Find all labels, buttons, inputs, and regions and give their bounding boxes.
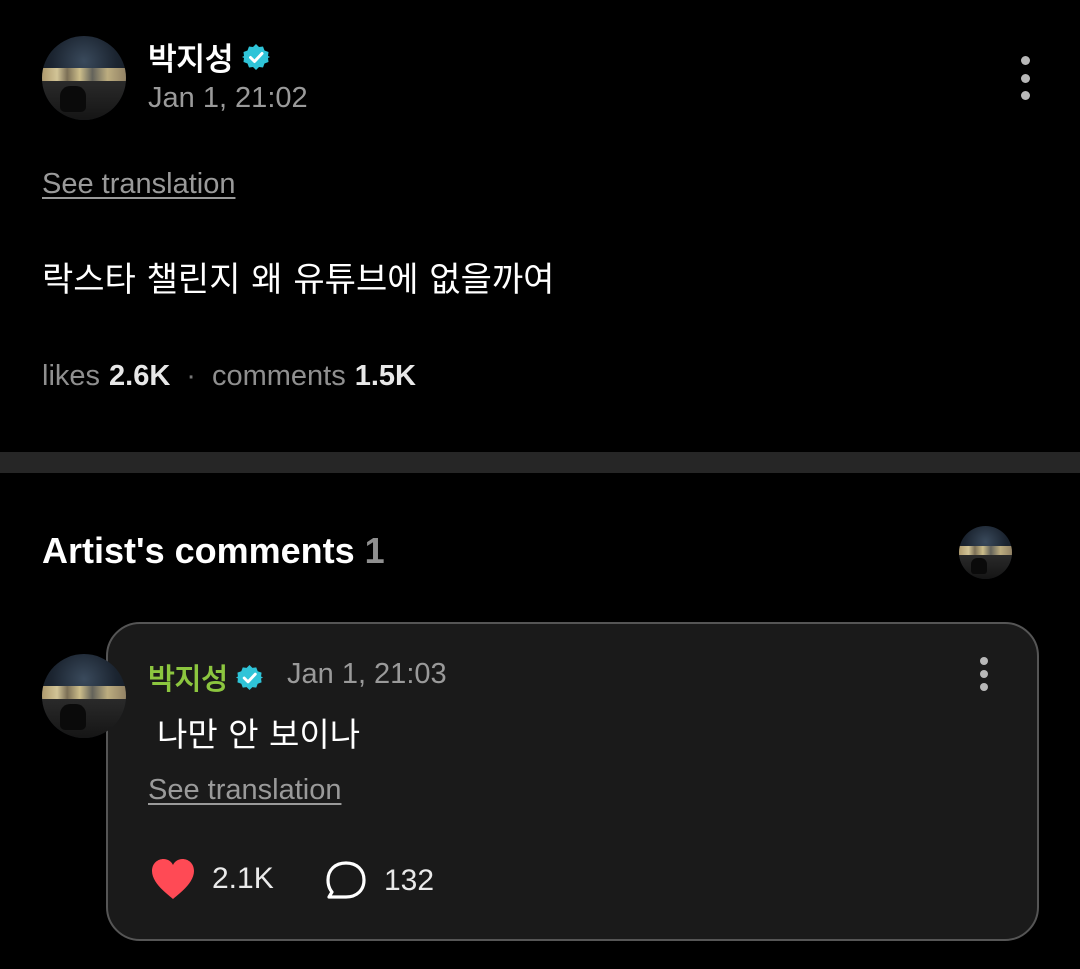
- likes-label: likes: [42, 360, 101, 392]
- comments-label: comments: [211, 360, 346, 392]
- post-see-translation-link[interactable]: See translation: [42, 168, 235, 201]
- comment-timestamp: Jan 1, 21:03: [287, 658, 447, 690]
- comment-like-count: 2.1K: [212, 862, 274, 895]
- comments-count: 1.5K: [354, 360, 416, 392]
- artist-comments-heading: Artist's comments 1: [42, 530, 385, 572]
- post-body-text: 락스타 챌린지 왜 유튜브에 없을까여: [42, 260, 555, 300]
- post-author-avatar[interactable]: [42, 36, 126, 120]
- artist-comments-title: Artist's comments: [42, 530, 355, 571]
- post-more-options-icon[interactable]: [1013, 56, 1037, 100]
- comment-more-options-icon[interactable]: [972, 657, 996, 691]
- artist-comments-avatar[interactable]: [959, 526, 1012, 579]
- verified-badge-icon: [236, 664, 264, 690]
- post-author-name[interactable]: 박지성: [148, 34, 270, 79]
- comment-like-button[interactable]: 2.1K: [150, 858, 274, 900]
- likes-count: 2.6K: [109, 360, 171, 392]
- speech-bubble-icon: [326, 861, 366, 899]
- artist-comments-count: 1: [364, 530, 385, 571]
- post-stats: likes 2.6K · comments 1.5K: [42, 360, 416, 393]
- post-timestamp: Jan 1, 21:02: [148, 82, 308, 114]
- comment-reply-button[interactable]: 132: [324, 860, 434, 902]
- section-divider: [0, 452, 1080, 473]
- comment-reply-count: 132: [384, 864, 435, 897]
- comment-text: 나만 안 보이나: [157, 715, 361, 754]
- comment-see-translation-link[interactable]: See translation: [148, 774, 341, 807]
- heart-icon: [152, 859, 194, 899]
- post-author-label: 박지성: [148, 42, 234, 78]
- comment-author-avatar[interactable]: [42, 654, 126, 738]
- comment-author-name[interactable]: 박지성: [148, 656, 264, 698]
- stats-separator: ·: [186, 360, 196, 392]
- comment-author-label: 박지성: [148, 662, 229, 696]
- verified-badge-icon: [241, 43, 270, 70]
